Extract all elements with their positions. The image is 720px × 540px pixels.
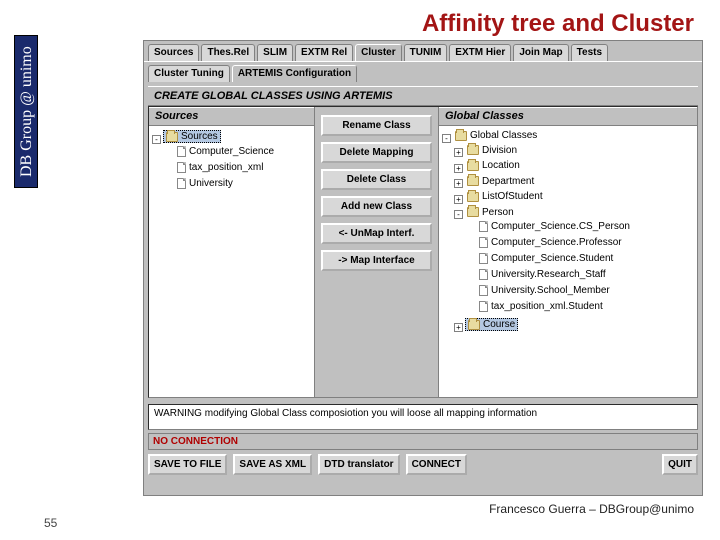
add-new-class-button[interactable]: Add new Class	[321, 196, 432, 217]
global-tree[interactable]: -Global Classes+Division+Location+Depart…	[439, 126, 697, 397]
connection-status: NO CONNECTION	[148, 433, 698, 450]
tab-tunim[interactable]: TUNIM	[404, 44, 448, 61]
sources-header: Sources	[149, 107, 314, 126]
file-icon	[479, 253, 488, 264]
tab-slim[interactable]: SLIM	[257, 44, 293, 61]
source-node[interactable]: tax_position_xml	[175, 162, 265, 173]
footer-author: Francesco Guerra – DBGroup@unimo	[489, 502, 694, 516]
subtab-artemis-configuration[interactable]: ARTEMIS Configuration	[232, 65, 357, 82]
tree-spacer	[466, 223, 475, 232]
global-class-node[interactable]: Course	[465, 318, 518, 331]
global-classes-column: Global Classes -Global Classes+Division+…	[439, 107, 697, 397]
global-class-node[interactable]: Location	[465, 160, 522, 171]
tab-tests[interactable]: Tests	[571, 44, 608, 61]
sidebar-label: DB Group @ unimo	[14, 35, 38, 188]
delete-mapping-button[interactable]: Delete Mapping	[321, 142, 432, 163]
tree-spacer	[164, 164, 173, 173]
delete-class-button[interactable]: Delete Class	[321, 169, 432, 190]
folder-icon	[468, 320, 480, 330]
file-icon	[177, 162, 186, 173]
tree-spacer	[466, 271, 475, 280]
tree-spacer	[164, 148, 173, 157]
folder-icon	[455, 131, 467, 141]
tab-join-map[interactable]: Join Map	[513, 44, 568, 61]
interface-node[interactable]: Computer_Science.Student	[477, 253, 615, 264]
tree-toggle-icon[interactable]: +	[454, 195, 463, 204]
map-interface-button[interactable]: -> Map Interface	[321, 250, 432, 271]
tree-spacer	[466, 239, 475, 248]
main-columns: Sources -SourcesComputer_Sciencetax_posi…	[148, 106, 698, 398]
folder-icon	[467, 145, 479, 155]
tab-sources[interactable]: Sources	[148, 44, 199, 61]
save-to-file-button[interactable]: SAVE TO FILE	[148, 454, 227, 475]
tree-toggle-icon[interactable]: +	[454, 323, 463, 332]
tab-thes-rel[interactable]: Thes.Rel	[201, 44, 255, 61]
folder-icon	[467, 161, 479, 171]
global-class-node[interactable]: Person	[465, 207, 516, 218]
file-icon	[177, 146, 186, 157]
tree-spacer	[466, 287, 475, 296]
top-tab-row: SourcesThes.RelSLIMEXTM RelClusterTUNIME…	[144, 41, 702, 61]
folder-icon	[467, 176, 479, 186]
sources-root-node[interactable]: Sources	[163, 130, 221, 143]
sources-tree[interactable]: -Sources Computer_Science tax_position_xml…	[149, 126, 314, 397]
tree-spacer	[466, 303, 475, 312]
unmap-interf-button[interactable]: <- UnMap Interf.	[321, 223, 432, 244]
source-node[interactable]: Computer_Science	[175, 146, 276, 157]
sources-column: Sources -SourcesComputer_Sciencetax_posi…	[149, 107, 315, 397]
tree-toggle-icon[interactable]: +	[454, 179, 463, 188]
quit-button[interactable]: QUIT	[662, 454, 698, 475]
interface-node[interactable]: Computer_Science.Professor	[477, 237, 624, 248]
folder-icon	[467, 207, 479, 217]
tree-toggle-icon[interactable]: +	[454, 148, 463, 157]
file-icon	[479, 301, 488, 312]
connect-button[interactable]: CONNECT	[406, 454, 467, 475]
interface-node[interactable]: University.Research_Staff	[477, 269, 608, 280]
global-root-node[interactable]: Global Classes	[453, 130, 539, 141]
rename-class-button[interactable]: Rename Class	[321, 115, 432, 136]
dtd-translator-button[interactable]: DTD translator	[318, 454, 399, 475]
actions-column: Rename Class Delete Mapping Delete Class Ad…	[315, 107, 439, 397]
folder-icon	[467, 192, 479, 202]
interface-node[interactable]: University.School_Member	[477, 285, 612, 296]
save-as-xml-button[interactable]: SAVE AS XML	[233, 454, 312, 475]
panel-header: CREATE GLOBAL CLASSES USING ARTEMIS	[148, 86, 698, 106]
source-node[interactable]: University	[175, 178, 235, 189]
file-icon	[479, 285, 488, 296]
tab-cluster[interactable]: Cluster	[355, 44, 401, 61]
page-number: 55	[44, 516, 57, 530]
global-class-node[interactable]: ListOfStudent	[465, 191, 545, 202]
file-icon	[479, 237, 488, 248]
tree-spacer	[164, 180, 173, 189]
tree-toggle-icon[interactable]: +	[454, 164, 463, 173]
interface-node[interactable]: Computer_Science.CS_Person	[477, 221, 632, 232]
file-icon	[479, 269, 488, 280]
file-icon	[479, 221, 488, 232]
subtab-cluster-tuning[interactable]: Cluster Tuning	[148, 65, 230, 82]
artemis-app-window: SourcesThes.RelSLIMEXTM RelClusterTUNIME…	[143, 40, 703, 496]
bottom-button-row: SAVE TO FILE SAVE AS XML DTD translator CON…	[148, 450, 698, 475]
file-icon	[177, 178, 186, 189]
global-header: Global Classes	[439, 107, 697, 126]
tab-extm-rel[interactable]: EXTM Rel	[295, 44, 353, 61]
folder-icon	[166, 132, 178, 142]
warning-text: WARNING modifying Global Class composiot…	[148, 404, 698, 430]
interface-node[interactable]: tax_position_xml.Student	[477, 301, 605, 312]
global-class-node[interactable]: Division	[465, 145, 519, 156]
tree-toggle-icon[interactable]: -	[454, 210, 463, 219]
sub-tab-row: Cluster TuningARTEMIS Configuration	[148, 62, 698, 82]
tree-toggle-icon[interactable]: -	[152, 135, 161, 144]
tree-toggle-icon[interactable]: -	[442, 134, 451, 143]
slide-title: Affinity tree and Cluster	[0, 10, 720, 38]
tab-extm-hier[interactable]: EXTM Hier	[449, 44, 511, 61]
tree-spacer	[466, 255, 475, 264]
global-class-node[interactable]: Department	[465, 176, 536, 187]
